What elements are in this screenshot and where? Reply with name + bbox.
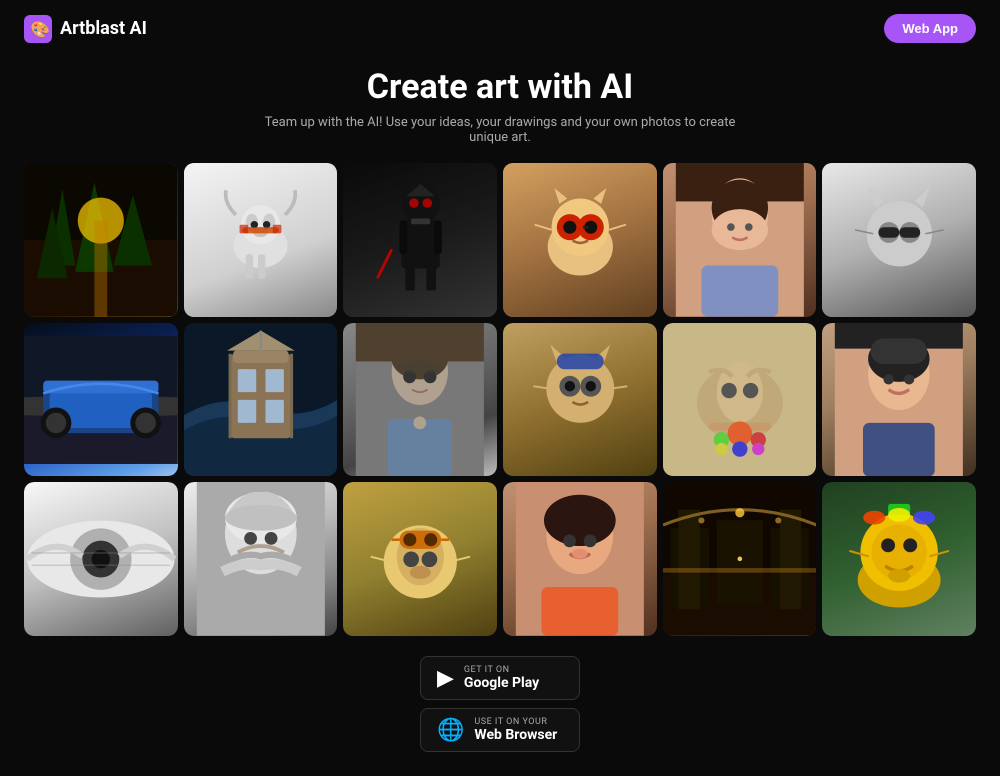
gallery-item[interactable] xyxy=(343,482,497,636)
hero-section: Create art with AI Team up with the AI! … xyxy=(0,57,1000,163)
google-play-icon: ▶ xyxy=(437,666,454,691)
gallery-item[interactable] xyxy=(184,482,338,636)
web-app-button[interactable]: Web App xyxy=(884,14,976,43)
gallery-item[interactable] xyxy=(24,323,178,477)
gallery-item[interactable] xyxy=(663,323,817,477)
logo: 🎨 Artblast AI xyxy=(24,15,147,43)
gallery-item[interactable] xyxy=(663,163,817,317)
web-browser-small-label: Use it on your xyxy=(474,717,557,727)
gallery-item[interactable] xyxy=(24,482,178,636)
google-play-small-label: GET IT ON xyxy=(464,665,539,675)
gallery-item[interactable] xyxy=(663,482,817,636)
svg-text:🎨: 🎨 xyxy=(30,20,50,39)
gallery-item[interactable] xyxy=(24,163,178,317)
hero-title: Create art with AI xyxy=(20,67,980,107)
logo-icon: 🎨 xyxy=(24,15,52,43)
gallery-item[interactable] xyxy=(343,323,497,477)
google-play-big-label: Google Play xyxy=(464,675,539,691)
gallery-item[interactable] xyxy=(503,323,657,477)
gallery-item[interactable] xyxy=(822,482,976,636)
gallery-item[interactable] xyxy=(503,163,657,317)
gallery-item[interactable] xyxy=(822,163,976,317)
web-browser-big-label: Web Browser xyxy=(474,727,557,743)
gallery-item[interactable] xyxy=(184,323,338,477)
web-browser-icon: 🌐 xyxy=(437,718,464,743)
gallery-item[interactable] xyxy=(184,163,338,317)
gallery-item[interactable] xyxy=(822,323,976,477)
google-play-button[interactable]: ▶ GET IT ON Google Play xyxy=(420,656,580,700)
logo-text: Artblast AI xyxy=(60,18,147,39)
gallery-item[interactable] xyxy=(343,163,497,317)
gallery-item[interactable] xyxy=(503,482,657,636)
download-section: ▶ GET IT ON Google Play 🌐 Use it on your… xyxy=(0,656,1000,776)
gallery-grid xyxy=(0,163,1000,636)
web-browser-text: Use it on your Web Browser xyxy=(474,717,557,743)
google-play-text: GET IT ON Google Play xyxy=(464,665,539,691)
web-browser-button[interactable]: 🌐 Use it on your Web Browser xyxy=(420,708,580,752)
hero-subtitle: Team up with the AI! Use your ideas, you… xyxy=(260,115,740,145)
